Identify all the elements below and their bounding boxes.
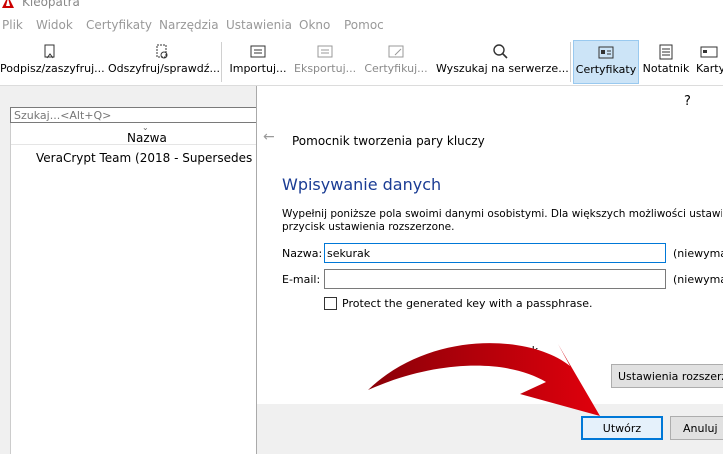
menu-certificates[interactable]: Certyfikaty — [86, 18, 152, 32]
notepad-icon — [659, 44, 673, 60]
back-arrow-icon[interactable]: ← — [263, 129, 275, 145]
passphrase-checkbox[interactable] — [324, 297, 337, 310]
key-pair-wizard-dialog: ? ← Pomocnik tworzenia pary kluczy Wpisy… — [256, 86, 723, 454]
certificate-pane: Szukaj...<Alt+Q> ⌄ Nazwa VeraCrypt Team … — [0, 86, 270, 454]
name-input[interactable]: sekurak — [324, 243, 666, 263]
advanced-settings-button[interactable]: Ustawienia rozszerzone... — [611, 364, 723, 388]
name-optional-hint: (niewymag — [673, 247, 723, 260]
create-button[interactable]: Utwórz — [581, 416, 663, 440]
decrypt-verify-button[interactable]: Odszyfruj/sprawdź... — [108, 40, 220, 84]
sign-encrypt-button[interactable]: Podpisz/zaszyfruj... — [0, 40, 105, 84]
certify-button[interactable]: Certyfikuj... — [364, 40, 428, 84]
menu-settings[interactable]: Ustawienia — [226, 18, 292, 32]
dialog-footer: Utwórz Anuluj — [257, 404, 723, 454]
menu-file[interactable]: Plik — [2, 18, 23, 32]
search-icon — [493, 44, 508, 59]
menu-view[interactable]: Widok — [36, 18, 73, 32]
dialog-title: Pomocnik tworzenia pary kluczy — [292, 134, 485, 148]
smartcard-icon — [700, 46, 718, 58]
email-input[interactable] — [324, 269, 666, 289]
email-optional-hint: (niewymag — [673, 273, 723, 286]
passphrase-checkbox-label[interactable]: Protect the generated key with a passphr… — [342, 297, 592, 310]
page-heading: Wpisywanie danych — [282, 175, 442, 194]
description-text: Wypełnij poniższe pola swoimi danymi oso… — [282, 208, 722, 233]
import-button[interactable]: Importuj... — [228, 40, 288, 84]
sign-encrypt-icon — [44, 44, 55, 59]
toolbar: Podpisz/zaszyfruj... Odszyfruj/sprawdź..… — [0, 36, 723, 86]
cancel-button[interactable]: Anuluj — [670, 416, 723, 440]
name-label: Nazwa: — [282, 247, 323, 260]
menu-bar: Plik Widok Certyfikaty Narzędzia Ustawie… — [0, 14, 723, 36]
certificate-icon — [598, 46, 614, 59]
notepad-button[interactable]: Notatnik — [641, 40, 691, 84]
email-label: E-mail: — [282, 273, 321, 286]
certificates-tab-button[interactable]: Certyfikaty — [573, 40, 639, 84]
title-bar: Kleopatra — [0, 0, 723, 14]
kleopatra-logo-icon — [2, 0, 14, 8]
key-preview-name: sekurak — [495, 344, 539, 357]
search-input[interactable]: Szukaj...<Alt+Q> — [10, 107, 270, 123]
certify-icon — [388, 45, 404, 58]
certificate-row[interactable]: VeraCrypt Team (2018 - Supersedes Key ID — [36, 151, 270, 165]
export-button[interactable]: Eksportuj... — [294, 40, 356, 84]
menu-help[interactable]: Pomoc — [344, 18, 384, 32]
menu-window[interactable]: Okno — [299, 18, 330, 32]
decrypt-verify-icon — [156, 44, 168, 59]
lookup-server-button[interactable]: Wyszukaj na serwerze... — [436, 40, 569, 84]
export-icon — [317, 45, 333, 58]
window-title: Kleopatra — [22, 0, 80, 9]
toolbar-separator — [221, 42, 222, 82]
certificate-list: ⌄ Nazwa VeraCrypt Team (2018 - Supersede… — [10, 123, 270, 454]
help-button[interactable]: ? — [684, 94, 691, 109]
smartcards-button[interactable]: Karty — [696, 40, 723, 84]
column-header-name[interactable]: ⌄ Nazwa — [11, 123, 270, 145]
toolbar-separator — [570, 42, 571, 82]
import-icon — [250, 45, 266, 58]
menu-tools[interactable]: Narzędzia — [159, 18, 219, 32]
